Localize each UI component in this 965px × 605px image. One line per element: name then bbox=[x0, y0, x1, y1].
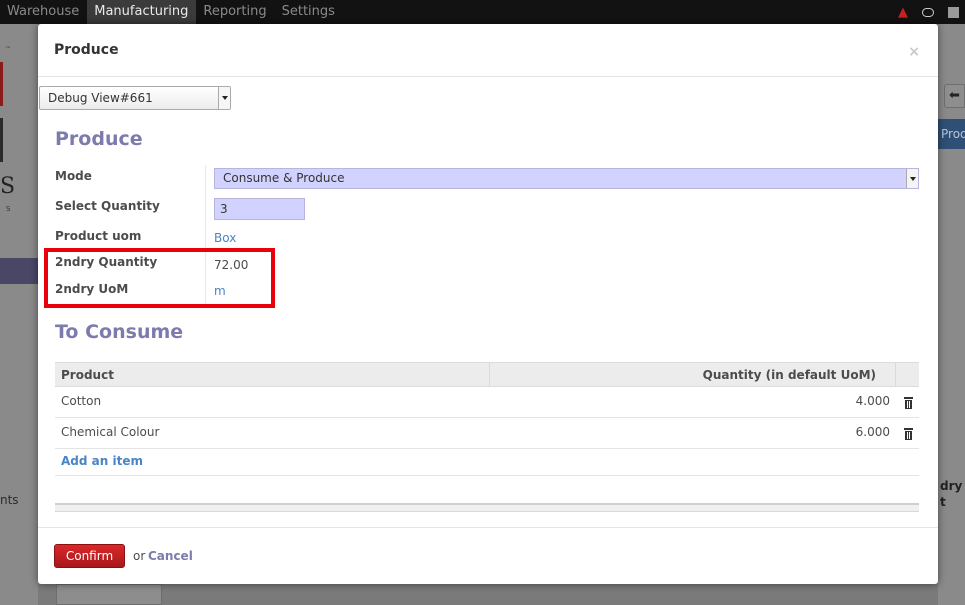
background-produce-button: Prod bbox=[938, 119, 965, 149]
produce-dialog: Produce × Debug View#661 Produce Mode Co… bbox=[38, 24, 938, 584]
top-menu-bar: Warehouse Manufacturing Reporting Settin… bbox=[0, 0, 965, 24]
table-row[interactable]: Chemical Colour 6.000 bbox=[55, 418, 919, 449]
product-uom-link[interactable]: Box bbox=[214, 231, 236, 245]
warning-icon[interactable]: ▲ bbox=[898, 5, 908, 20]
dialog-title: Produce bbox=[54, 42, 119, 58]
dropdown-arrow-icon bbox=[906, 169, 918, 188]
dialog-footer: Confirm or Cancel bbox=[38, 527, 938, 584]
menu-item-reporting[interactable]: Reporting bbox=[196, 0, 274, 24]
row-product: Cotton bbox=[61, 394, 102, 408]
chat-icon[interactable] bbox=[922, 7, 934, 17]
top-menu: Warehouse Manufacturing Reporting Settin… bbox=[0, 0, 343, 24]
background-nav-active bbox=[0, 258, 38, 284]
column-header-product[interactable]: Product bbox=[61, 368, 114, 382]
background-column-fragment-2: t bbox=[940, 495, 946, 509]
quantity-input[interactable]: 3 bbox=[214, 198, 305, 220]
column-header-quantity[interactable]: Quantity (in default UoM) bbox=[703, 368, 876, 382]
mode-label: Mode bbox=[55, 169, 92, 183]
background-back-arrow-icon: ⬅ bbox=[944, 84, 965, 108]
table-header: Product Quantity (in default UoM) bbox=[55, 362, 919, 387]
row-product: Chemical Colour bbox=[61, 425, 160, 439]
quantity-label: Select Quantity bbox=[55, 199, 160, 213]
background-logo-sub: S bbox=[6, 205, 11, 213]
background-right-panel bbox=[938, 24, 965, 605]
add-item-row: Add an item bbox=[55, 449, 919, 476]
top-right-icons: ▲ bbox=[898, 0, 965, 24]
mode-value: Consume & Produce bbox=[223, 171, 345, 185]
background-left-panel bbox=[0, 24, 38, 605]
menu-item-manufacturing[interactable]: Manufacturing bbox=[87, 0, 197, 24]
consume-table: Product Quantity (in default UoM) Cotton… bbox=[55, 362, 919, 512]
highlight-box bbox=[44, 248, 275, 308]
table-footer bbox=[55, 503, 919, 512]
background-bottom-box bbox=[56, 584, 162, 605]
trash-icon[interactable] bbox=[904, 397, 913, 409]
product-uom-label: Product uom bbox=[55, 229, 142, 243]
table-spacer bbox=[55, 476, 919, 503]
confirm-button[interactable]: Confirm bbox=[54, 544, 125, 568]
trash-icon[interactable] bbox=[904, 428, 913, 440]
form-heading: Produce bbox=[55, 128, 143, 150]
background-trademark: ™ bbox=[5, 46, 11, 53]
close-icon[interactable]: × bbox=[908, 44, 920, 60]
background-column-fragment: dry t bbox=[938, 478, 962, 510]
row-quantity: 6.000 bbox=[855, 425, 890, 439]
dialog-header: Produce × bbox=[38, 24, 938, 77]
dropdown-arrow-icon bbox=[218, 87, 230, 109]
background-nav-fragment: nts bbox=[0, 493, 19, 507]
background-logo-letter: S bbox=[0, 174, 16, 199]
column-separator bbox=[895, 363, 896, 386]
debug-view-select[interactable]: Debug View#661 bbox=[39, 86, 231, 110]
to-consume-heading: To Consume bbox=[55, 321, 184, 343]
menu-item-warehouse[interactable]: Warehouse bbox=[0, 0, 87, 24]
user-menu-icon[interactable] bbox=[948, 6, 959, 18]
menu-item-settings[interactable]: Settings bbox=[275, 0, 343, 24]
background-column-fragment-1: dry bbox=[940, 479, 963, 493]
mode-select[interactable]: Consume & Produce bbox=[214, 168, 919, 189]
or-text: or bbox=[133, 549, 146, 563]
debug-view-value: Debug View#661 bbox=[48, 91, 153, 105]
row-quantity: 4.000 bbox=[855, 394, 890, 408]
background-logo-mark bbox=[0, 62, 3, 106]
add-item-link[interactable]: Add an item bbox=[61, 454, 143, 468]
table-row[interactable]: Cotton 4.000 bbox=[55, 387, 919, 418]
column-separator bbox=[489, 363, 490, 386]
cancel-link[interactable]: Cancel bbox=[148, 549, 193, 563]
background-logo-mark-2 bbox=[0, 118, 3, 162]
